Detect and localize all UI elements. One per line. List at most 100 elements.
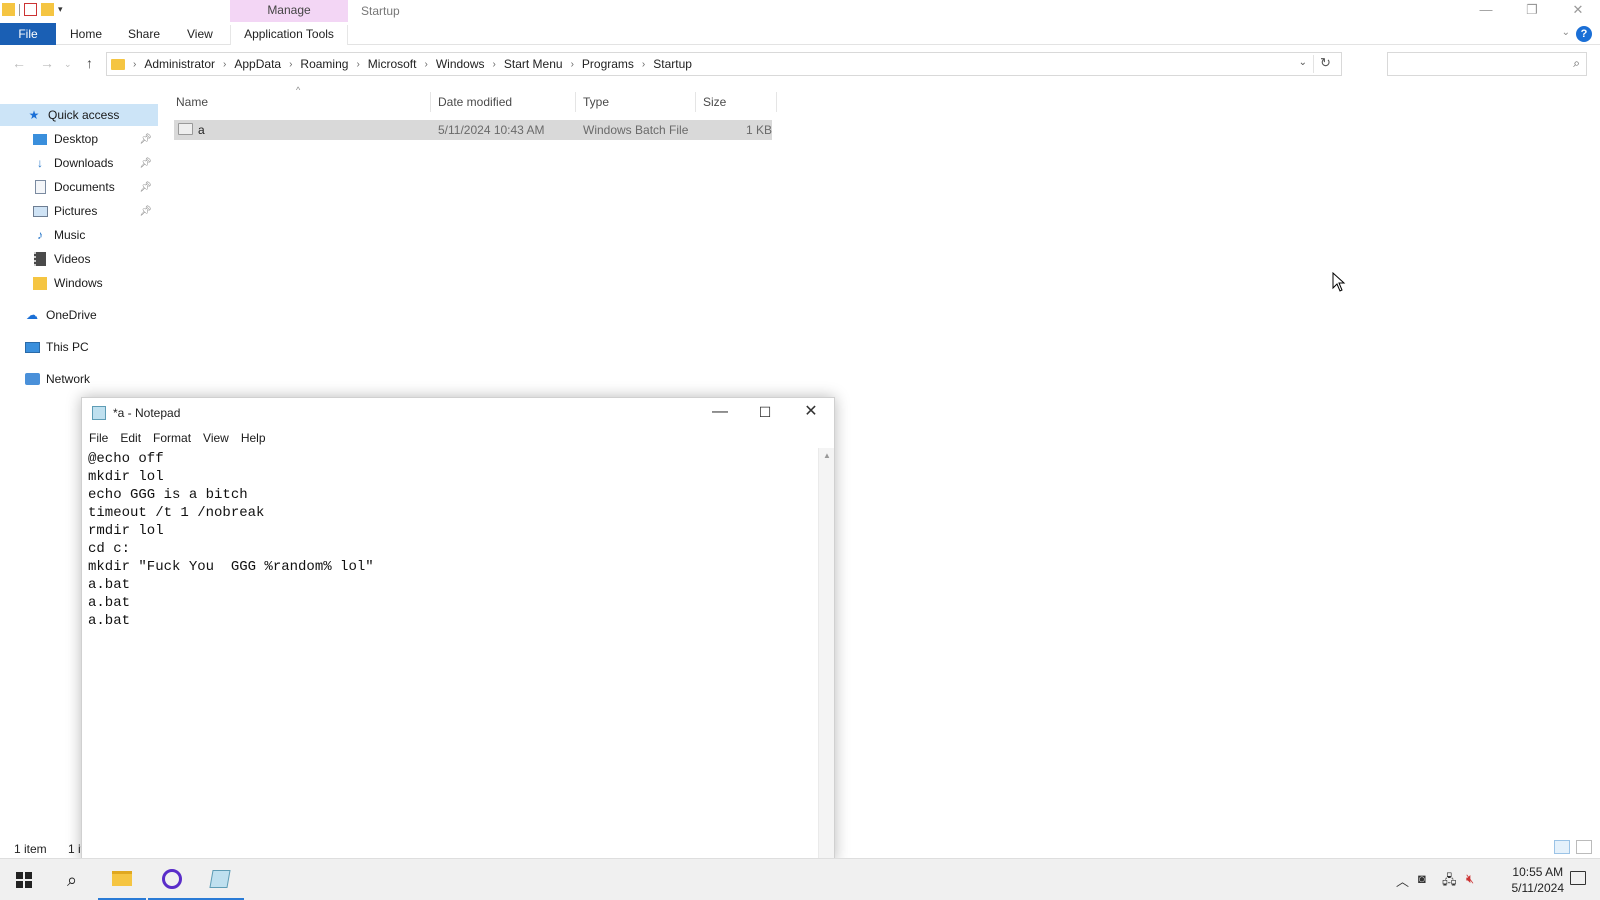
file-row[interactable]: a 5/11/2024 10:43 AM Windows Batch File … <box>174 120 772 140</box>
scroll-up-arrow-icon[interactable]: ▲ <box>823 451 831 460</box>
menu-help[interactable]: Help <box>241 428 266 448</box>
forward-arrow-icon[interactable]: → <box>40 55 54 71</box>
folder-icon <box>112 871 132 886</box>
expand-ribbon-icon[interactable]: ⌄ <box>1562 27 1570 38</box>
back-arrow-icon[interactable]: ← <box>12 55 26 71</box>
new-folder-icon[interactable] <box>41 3 54 16</box>
documents-icon <box>32 180 48 194</box>
breadcrumb-microsoft[interactable]: Microsoft <box>368 57 417 71</box>
nav-pictures[interactable]: Pictures 📌︎ <box>0 200 158 222</box>
details-view-icon[interactable] <box>1554 840 1570 854</box>
breadcrumb-roaming[interactable]: Roaming <box>300 57 348 71</box>
minimize-button[interactable]: — <box>1476 2 1496 18</box>
help-icon[interactable]: ? <box>1576 26 1592 42</box>
menu-edit[interactable]: Edit <box>120 428 141 448</box>
nav-videos[interactable]: Videos <box>0 248 158 270</box>
breadcrumb-startup[interactable]: Startup <box>653 57 692 71</box>
nav-downloads[interactable]: ↓ Downloads 📌︎ <box>0 152 158 174</box>
file-explorer-taskbar-button[interactable] <box>98 859 146 900</box>
close-button[interactable]: ✕ <box>798 402 824 422</box>
pin-icon[interactable]: 📌︎ <box>139 182 152 193</box>
tab-home[interactable]: Home <box>70 25 102 45</box>
column-name[interactable]: Name <box>176 95 208 109</box>
refresh-icon[interactable]: ↻ <box>1313 55 1337 73</box>
nav-network[interactable]: Network <box>0 368 158 390</box>
folder-icon[interactable] <box>2 3 15 16</box>
breadcrumb-start-menu[interactable]: Start Menu <box>504 57 563 71</box>
column-divider[interactable] <box>695 92 696 112</box>
tab-view[interactable]: View <box>187 25 213 45</box>
minimize-button[interactable]: — <box>707 402 733 422</box>
breadcrumb-programs[interactable]: Programs <box>582 57 634 71</box>
notifications-icon[interactable] <box>1570 871 1586 885</box>
network-icon <box>24 372 40 386</box>
column-divider[interactable] <box>430 92 431 112</box>
notepad-icon <box>209 869 231 888</box>
file-type: Windows Batch File <box>583 123 689 137</box>
divider <box>19 3 20 16</box>
show-hidden-icons-chevron-icon[interactable]: ︿ <box>1396 871 1409 890</box>
batch-file-icon <box>178 123 193 135</box>
breadcrumb-appdata[interactable]: AppData <box>234 57 281 71</box>
nav-desktop[interactable]: Desktop 📌︎ <box>0 128 158 150</box>
notepad-title: *a - Notepad <box>113 406 181 420</box>
nav-onedrive[interactable]: ☁ OneDrive <box>0 304 158 326</box>
notepad-taskbar-button[interactable] <box>196 859 244 900</box>
breadcrumb-windows[interactable]: Windows <box>436 57 485 71</box>
tab-file[interactable]: File <box>0 23 56 45</box>
pin-icon[interactable]: 📌︎ <box>139 158 152 169</box>
properties-icon[interactable] <box>24 3 37 16</box>
address-dropdown-icon[interactable]: ⌄ <box>1299 57 1307 68</box>
nav-label: This PC <box>46 340 89 354</box>
column-headers: ^ Name Date modified Type Size <box>172 85 777 112</box>
column-divider[interactable] <box>776 92 777 112</box>
camera-icon[interactable]: ◙ <box>1418 871 1426 886</box>
notepad-titlebar[interactable]: *a - Notepad — ☐ ✕ <box>82 398 834 428</box>
column-divider[interactable] <box>575 92 576 112</box>
large-icons-view-icon[interactable] <box>1576 840 1592 854</box>
app-taskbar-button[interactable] <box>148 859 196 900</box>
notepad-text-area[interactable]: @echo off mkdir lol echo GGG is a bitch … <box>85 448 820 860</box>
recent-locations-icon[interactable]: ⌄ <box>64 59 72 70</box>
nav-this-pc[interactable]: This PC <box>0 336 158 358</box>
restore-button[interactable]: ❐ <box>1522 2 1542 18</box>
network-icon[interactable]: 🖧︎ <box>1442 871 1457 893</box>
volume-muted-icon[interactable]: 🔇︎ <box>1466 871 1474 887</box>
nav-music[interactable]: ♪ Music <box>0 224 158 246</box>
search-icon[interactable]: ⌕ <box>48 859 96 900</box>
address-bar[interactable]: › Administrator › AppData › Roaming › Micro… <box>106 52 1342 76</box>
navigation-pane: ★ Quick access Desktop 📌︎ ↓ Downloads 📌︎… <box>0 104 158 394</box>
column-type[interactable]: Type <box>583 95 609 109</box>
nav-label: Documents <box>54 180 115 194</box>
tab-share[interactable]: Share <box>128 25 160 45</box>
maximize-button[interactable]: ☐ <box>752 402 778 422</box>
nav-windows[interactable]: Windows <box>0 272 158 294</box>
pin-icon[interactable]: 📌︎ <box>139 206 152 217</box>
nav-label: Downloads <box>54 156 114 170</box>
menu-format[interactable]: Format <box>153 428 191 448</box>
menu-view[interactable]: View <box>203 428 229 448</box>
nav-label: Desktop <box>54 132 99 146</box>
ribbon-tabs: File Home Share View Application Tools ⌄… <box>0 23 1600 45</box>
nav-documents[interactable]: Documents 📌︎ <box>0 176 158 198</box>
search-input[interactable]: ⌕ <box>1387 52 1587 76</box>
start-button[interactable] <box>0 859 48 900</box>
column-size[interactable]: Size <box>703 95 726 109</box>
up-arrow-icon[interactable]: ↑ <box>86 55 93 71</box>
tab-application-tools[interactable]: Application Tools <box>230 25 348 45</box>
vertical-scrollbar[interactable]: ▲ <box>818 448 834 860</box>
chevron-right-icon: › <box>492 58 496 70</box>
column-date-modified[interactable]: Date modified <box>438 95 512 109</box>
nav-label: Network <box>46 372 91 386</box>
menu-file[interactable]: File <box>89 428 108 448</box>
item-count: 1 item <box>14 842 47 856</box>
notepad-window: *a - Notepad — ☐ ✕ File Edit Format View… <box>81 397 835 862</box>
pin-icon[interactable]: 📌︎ <box>139 134 152 145</box>
file-size: 1 KB <box>746 123 773 137</box>
manage-context-tab[interactable]: Manage <box>230 0 348 22</box>
nav-quick-access[interactable]: ★ Quick access <box>0 104 158 126</box>
clock[interactable]: 10:55 AM 5/11/2024 <box>1512 864 1565 896</box>
customize-qat-icon[interactable]: ▾ <box>58 4 63 15</box>
close-button[interactable]: ✕ <box>1568 2 1588 18</box>
breadcrumb-administrator[interactable]: Administrator <box>144 57 215 71</box>
